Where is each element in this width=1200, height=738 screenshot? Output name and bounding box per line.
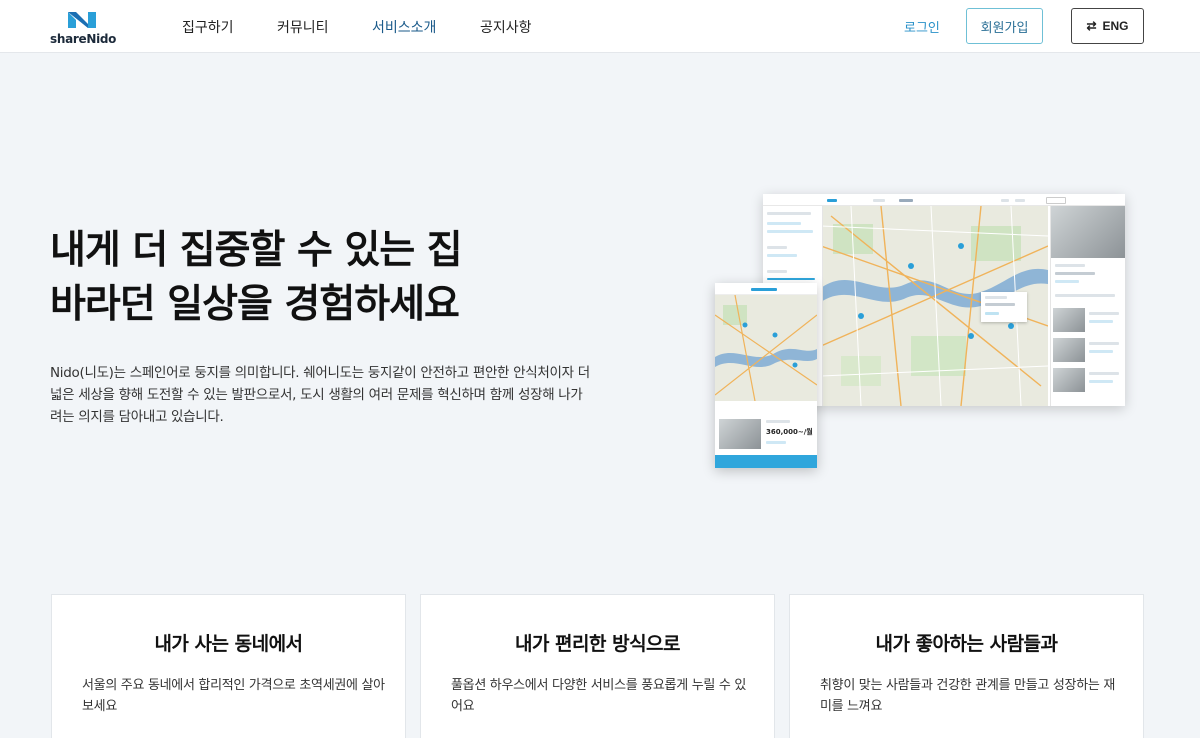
mobile-map-graphic [715,294,817,402]
hero-title-line-2: 바라던 일상을 경험하세요 [50,282,460,327]
mobile-app-mockup: 360,000~/월 [715,283,817,468]
logo[interactable]: shareNido [50,8,117,46]
mobile-listing-price: 360,000~/월 [766,428,813,436]
mobile-map-image [715,294,817,402]
site-header: shareNido 집구하기 커뮤니티 서비스소개 공지사항 로그인 회원가입 … [0,0,1200,53]
hero-title: 내게 더 집중할 수 있는 집 바라던 일상을 경험하세요 [50,224,463,332]
desktop-app-mockup [763,194,1125,406]
room-thumbnail [1053,368,1085,392]
room-photo [719,419,761,449]
nav-service-intro[interactable]: 서비스소개 [372,17,436,37]
logo-text: shareNido [50,32,117,46]
feature-card-people: 내가 좋아하는 사람들과 취향이 맞는 사람들과 건강한 관계를 만들고 성장하… [789,594,1144,738]
feature-description: 풀옵션 하우스에서 다양한 서비스를 풍요롭게 누릴 수 있어요 [451,678,747,714]
map-popup-card [981,292,1027,322]
feature-title: 내가 좋아하는 사람들과 [875,633,1058,655]
language-button[interactable]: ⇄ ENG [1071,8,1144,44]
feature-title: 내가 편리한 방식으로 [514,633,681,655]
nido-logo-icon [68,12,96,28]
mobile-header-bar [715,283,817,295]
hero-title-line-1: 내게 더 집중할 수 있는 집 [50,228,463,273]
login-link[interactable]: 로그인 [904,17,940,36]
feature-card-convenience: 내가 편리한 방식으로 풀옵션 하우스에서 다양한 서비스를 풍요롭게 누릴 수… [420,594,775,738]
map-image [820,205,1049,406]
nav-community[interactable]: 커뮤니티 [277,17,329,37]
room-photo [1051,206,1125,258]
mockup-header-bar [763,194,1125,206]
room-thumbnail [1053,338,1085,362]
nav-find-home[interactable]: 집구하기 [182,17,234,37]
swap-arrows-icon: ⇄ [1086,19,1097,33]
signup-button[interactable]: 회원가입 [966,8,1043,44]
language-label: ENG [1102,19,1129,33]
room-thumbnail [1053,308,1085,332]
feature-description: 서울의 주요 동네에서 합리적인 가격으로 초역세권에 살아보세요 [82,678,385,714]
listing-panel [1050,206,1125,406]
feature-description: 취향이 맞는 사람들과 건강한 관계를 만들고 성장하는 재미를 느껴요 [820,678,1116,714]
nav-notice[interactable]: 공지사항 [480,17,532,37]
mobile-cta-bar [715,455,817,468]
feature-card-neighborhood: 내가 사는 동네에서 서울의 주요 동네에서 합리적인 가격으로 초역세권에 살… [51,594,406,738]
hero-description: Nido(니도)는 스페인어로 둥지를 의미합니다. 쉐어니도는 둥지같이 안전… [50,365,590,425]
feature-title: 내가 사는 동네에서 [154,633,303,655]
